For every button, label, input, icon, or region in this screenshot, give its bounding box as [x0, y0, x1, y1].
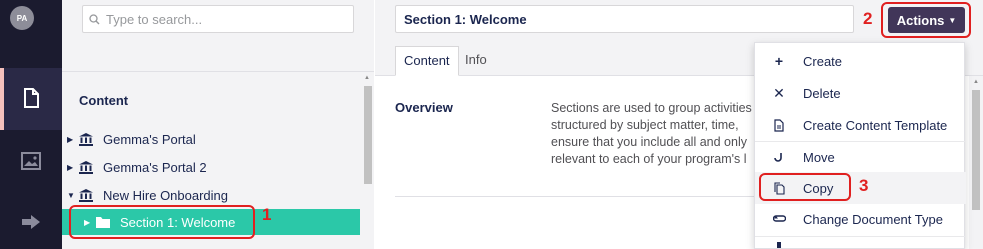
scrollbar-thumb[interactable]: [972, 90, 980, 210]
annotation-box-step1: [69, 205, 255, 239]
annotation-box-step2: [881, 2, 971, 38]
annotation-number-2: 2: [863, 9, 873, 28]
menu-item-label: Create: [803, 53, 843, 69]
caret-right-icon[interactable]: ▶: [67, 135, 77, 144]
menu-more-indicator: [777, 242, 781, 248]
overview-line: Sections are used to group activities: [551, 101, 752, 115]
tree-search-area: Type to search...: [62, 0, 374, 72]
menu-separator: [755, 236, 966, 237]
overview-description: Sections are used to group activities st…: [551, 100, 755, 168]
menu-item-create-content-template[interactable]: Create Content Template: [755, 109, 966, 141]
actions-menu: + Create ✕ Delete Create Content Templat…: [754, 42, 966, 249]
overview-label: Overview: [395, 100, 453, 115]
overview-line: structured by subject matter, time,: [551, 118, 739, 132]
tab-content[interactable]: Content: [395, 46, 459, 76]
menu-item-delete[interactable]: ✕ Delete: [755, 77, 966, 109]
tree-node-label: Gemma's Portal 2: [103, 159, 207, 175]
caret-down-icon[interactable]: ▼: [67, 191, 77, 200]
overview-line: ensure that you include all and only: [551, 135, 747, 149]
swap-arrows-icon: [771, 214, 787, 225]
search-icon: [89, 13, 100, 24]
editor-scrollbar[interactable]: ▲: [969, 76, 983, 249]
divider: [395, 196, 775, 197]
tree-header: Content: [79, 93, 129, 108]
overview-line: relevant to each of your program's l: [551, 152, 747, 166]
menu-item-label: Move: [803, 149, 835, 165]
plus-icon: +: [774, 53, 784, 69]
caret-right-icon[interactable]: ▶: [67, 163, 77, 172]
section-rail: PA: [0, 0, 62, 249]
rail-item-forward[interactable]: [0, 214, 62, 230]
menu-item-label: Create Content Template: [803, 117, 948, 133]
node-name-input[interactable]: Section 1: Welcome: [395, 5, 854, 33]
annotation-number-1: 1: [262, 205, 272, 224]
tree-node-label: Gemma's Portal: [103, 131, 196, 147]
menu-item-move[interactable]: Move: [755, 141, 966, 173]
institution-icon: [79, 188, 93, 202]
annotation-number-3: 3: [859, 176, 869, 195]
tree-scrollbar[interactable]: ▲: [362, 72, 374, 249]
menu-item-change-document-type[interactable]: Change Document Type: [755, 203, 966, 235]
tab-info[interactable]: Info: [457, 46, 495, 76]
menu-item-label: Change Document Type: [803, 211, 943, 227]
institution-icon: [79, 132, 93, 146]
user-avatar[interactable]: PA: [10, 6, 34, 30]
tree-node[interactable]: ▶ Gemma's Portal 2: [62, 154, 360, 180]
annotation-box-step3: [759, 173, 851, 201]
template-doc-icon: [771, 118, 787, 132]
search-placeholder: Type to search...: [106, 11, 203, 27]
arrow-right-icon: [22, 215, 40, 229]
menu-item-label: Delete: [803, 85, 841, 101]
tree-node[interactable]: ▶ Gemma's Portal: [62, 126, 360, 152]
search-input[interactable]: Type to search...: [82, 5, 354, 33]
scroll-up-icon[interactable]: ▲: [973, 79, 979, 85]
image-icon: [21, 152, 41, 170]
scrollbar-thumb[interactable]: [364, 86, 372, 184]
rail-item-content[interactable]: [0, 88, 62, 108]
document-icon: [24, 88, 39, 108]
scroll-up-icon[interactable]: ▲: [364, 75, 370, 81]
move-hook-icon: [771, 152, 787, 162]
menu-item-create[interactable]: + Create: [755, 45, 966, 77]
close-icon: ✕: [773, 84, 785, 101]
tree-node-label: New Hire Onboarding: [103, 187, 229, 203]
institution-icon: [79, 160, 93, 174]
rail-item-media[interactable]: [0, 152, 62, 170]
avatar-initials: PA: [16, 13, 28, 23]
